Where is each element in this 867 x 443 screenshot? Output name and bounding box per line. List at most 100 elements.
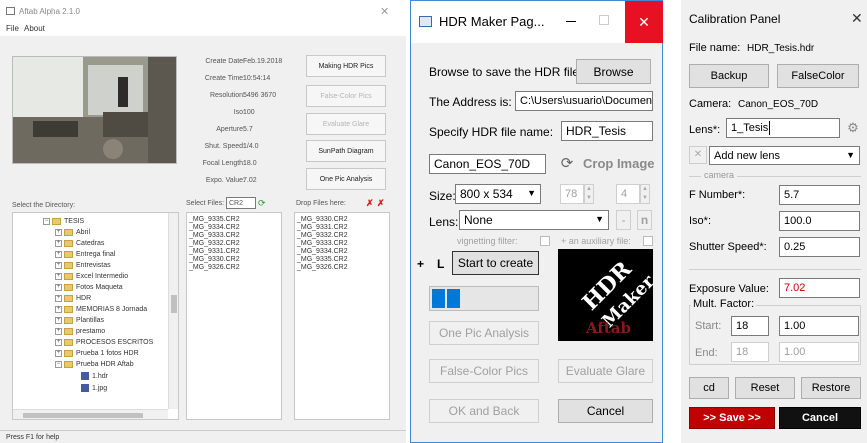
tree-item[interactable]: + Abril: [55, 227, 90, 237]
tree-item[interactable]: + HDR: [55, 293, 91, 303]
tree-item[interactable]: + Excel Intermedio: [55, 271, 128, 281]
vertical-scrollbar[interactable]: [168, 213, 178, 409]
dropped-file-item[interactable]: _MG_9330.CR2: [297, 216, 387, 224]
plus-toggle[interactable]: +: [417, 257, 424, 271]
refresh-icon[interactable]: ⟳: [258, 198, 267, 208]
expand-icon[interactable]: +: [55, 316, 62, 324]
close-icon[interactable]: ✕: [380, 5, 389, 18]
file-item[interactable]: _MG_9331.CR2: [189, 248, 279, 256]
horizontal-scrollbar[interactable]: [13, 409, 168, 419]
expand-icon[interactable]: +: [55, 294, 62, 302]
cancel-button[interactable]: Cancel: [779, 407, 861, 429]
start-index-field[interactable]: 18: [731, 316, 769, 336]
dropped-file-item[interactable]: _MG_9332.CR2: [297, 232, 387, 240]
tree-item-tesis[interactable]: − TESIS: [43, 216, 84, 226]
crop-width-stepper[interactable]: ▲ ▼: [584, 184, 594, 204]
making-hdr-pics-button[interactable]: Making HDR Pics: [306, 55, 386, 77]
expand-icon[interactable]: +: [55, 338, 62, 346]
reset-button[interactable]: Reset: [735, 377, 795, 399]
fnumber-field[interactable]: 5.7: [779, 185, 860, 205]
expand-icon[interactable]: +: [55, 283, 62, 291]
end-index-field[interactable]: 18: [731, 342, 769, 362]
dropped-file-item[interactable]: _MG_9333.CR2: [297, 240, 387, 248]
false-color-pics-button[interactable]: False-Color Pics: [306, 85, 386, 107]
camera-field[interactable]: Canon_EOS_70D: [429, 154, 546, 174]
start-create-button[interactable]: Start to create: [452, 251, 539, 275]
l-toggle[interactable]: L: [437, 257, 444, 271]
directory-tree[interactable]: − TESIS + Abril + Catedras + Entrega final +…: [12, 212, 179, 420]
cancel-button[interactable]: Cancel: [558, 399, 653, 423]
expand-icon[interactable]: +: [55, 228, 62, 236]
cd-button[interactable]: cd: [689, 377, 729, 399]
tree-item[interactable]: + Entrevistas: [55, 260, 111, 270]
file-item[interactable]: _MG_9333.CR2: [189, 232, 279, 240]
expand-icon[interactable]: +: [55, 239, 62, 247]
auxiliary-checkbox[interactable]: [643, 236, 653, 246]
scroll-thumb[interactable]: [171, 295, 177, 313]
one-pic-analysis-button[interactable]: One Pic Analysis: [429, 321, 539, 345]
lens-select[interactable]: None ▼: [459, 210, 609, 230]
sunpath-diagram-button[interactable]: SunPath Diagram: [306, 140, 386, 162]
tree-item[interactable]: + PROCESOS ESCRITOS: [55, 337, 153, 347]
expand-icon[interactable]: +: [55, 250, 62, 258]
expand-icon[interactable]: −: [43, 217, 50, 225]
maximize-icon[interactable]: [599, 15, 609, 25]
dropped-file-item[interactable]: _MG_9334.CR2: [297, 248, 387, 256]
browse-button[interactable]: Browse: [576, 59, 651, 84]
exposure-field[interactable]: 7.02: [779, 278, 860, 298]
evaluate-glare-button[interactable]: Evaluate Glare: [558, 359, 653, 383]
remove-all-icon[interactable]: ✗: [377, 198, 386, 208]
file-item[interactable]: _MG_9332.CR2: [189, 240, 279, 248]
remove-selected-icon[interactable]: ✗: [366, 198, 375, 208]
dropped-file-item[interactable]: _MG_9335.CR2: [297, 256, 387, 264]
file-item[interactable]: _MG_9335.CR2: [189, 216, 279, 224]
file-filter-select[interactable]: CR2: [226, 197, 256, 209]
delete-lens-icon[interactable]: ✕: [689, 146, 707, 164]
expand-icon[interactable]: +: [55, 261, 62, 269]
save-button[interactable]: >> Save >>: [689, 407, 775, 429]
vignetting-checkbox[interactable]: [540, 236, 550, 246]
hdr-name-field[interactable]: HDR_Tesis: [561, 121, 653, 141]
file-item[interactable]: _MG_9334.CR2: [189, 224, 279, 232]
expand-icon[interactable]: +: [55, 327, 62, 335]
tree-item[interactable]: + Plantillas: [55, 315, 104, 325]
add-lens-select[interactable]: Add new lens ▼: [709, 146, 860, 165]
lens-tool-icon[interactable]: ⚙: [845, 120, 861, 136]
minimize-icon[interactable]: [566, 21, 576, 22]
drop-files-list[interactable]: _MG_9330.CR2 _MG_9331.CR2 _MG_9332.CR2 _…: [294, 212, 390, 420]
iso-field[interactable]: 100.0: [779, 211, 860, 231]
shutter-field[interactable]: 0.25: [779, 237, 860, 257]
expand-icon[interactable]: +: [55, 305, 62, 313]
close-icon[interactable]: ✕: [851, 10, 863, 27]
expand-icon[interactable]: −: [55, 360, 62, 368]
scroll-thumb[interactable]: [23, 413, 143, 418]
crop-width-field[interactable]: 78: [560, 184, 584, 204]
expand-icon[interactable]: +: [55, 349, 62, 357]
crop-image-button[interactable]: Crop Image: [583, 156, 655, 171]
evaluate-glare-button[interactable]: Evaluate Glare: [306, 113, 386, 135]
tree-item[interactable]: − Prueba HDR Aftab: [55, 359, 134, 369]
ok-and-back-button[interactable]: OK and Back: [429, 399, 539, 423]
tree-item[interactable]: + Entrega final: [55, 249, 115, 259]
backup-button[interactable]: Backup: [689, 64, 769, 88]
files-list[interactable]: _MG_9335.CR2 _MG_9334.CR2 _MG_9333.CR2 _…: [186, 212, 282, 420]
dropped-file-item[interactable]: _MG_9331.CR2: [297, 224, 387, 232]
tree-item[interactable]: + Prueba 1 fotos HDR: [55, 348, 139, 358]
false-color-pics-button[interactable]: False-Color Pics: [429, 359, 539, 383]
menu-about[interactable]: About: [24, 24, 45, 33]
end-factor-field[interactable]: 1.00: [779, 342, 859, 362]
new-lens-button[interactable]: n: [637, 210, 652, 230]
menu-file[interactable]: File: [6, 24, 19, 33]
one-pic-analysis-button[interactable]: One Pic Analysis: [306, 168, 386, 190]
start-factor-field[interactable]: 1.00: [779, 316, 859, 336]
lens-field[interactable]: 1_Tesis: [726, 118, 840, 138]
crop-height-stepper[interactable]: ▲ ▼: [640, 184, 650, 204]
size-select[interactable]: 800 x 534 ▼: [455, 184, 541, 204]
expand-icon[interactable]: +: [55, 272, 62, 280]
falsecolor-button[interactable]: FalseColor: [777, 64, 859, 88]
tree-item[interactable]: + Catedras: [55, 238, 104, 248]
tree-item-file[interactable]: 1.hdr: [81, 371, 108, 381]
dropped-file-item[interactable]: _MG_9326.CR2: [297, 264, 387, 272]
close-icon[interactable]: ✕: [625, 1, 663, 43]
restore-button[interactable]: Restore: [801, 377, 861, 399]
